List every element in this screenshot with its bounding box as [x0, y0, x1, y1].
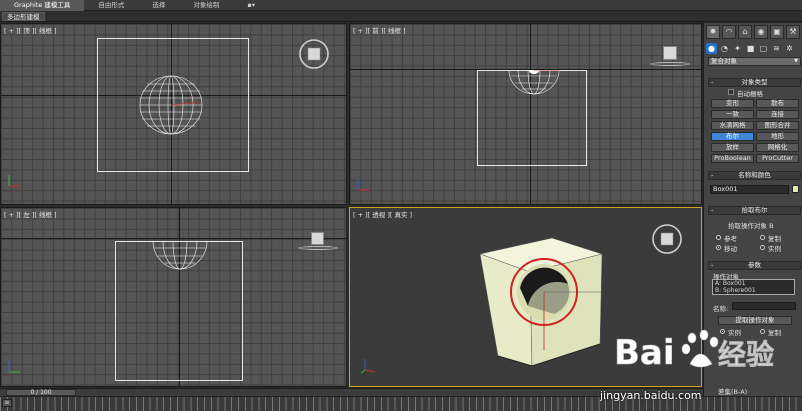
viewcube-ring-icon[interactable] [650, 62, 690, 66]
procutter-button[interactable]: ProCutter [756, 154, 799, 163]
time-bar: 0 / 100 [0, 388, 703, 396]
create-icon[interactable]: ✹ [706, 25, 720, 39]
sphere-wireframe[interactable] [138, 74, 204, 136]
viewport-left-label[interactable]: [ + ][ 左 ][ 线框 ] [4, 209, 57, 219]
shapemerge-button[interactable]: 图形合并 [756, 121, 799, 130]
graphite-ribbon: Graphite 建模工具 自由形式 选择 对象绘制 ▪▾ [0, 0, 802, 11]
instance-label: 实例 [768, 245, 781, 253]
systems-icon[interactable]: ✲ [784, 43, 795, 54]
ribbon-tab-selection[interactable]: 选择 [138, 0, 179, 11]
track-bar-toggle-icon[interactable]: ≡ [2, 399, 12, 407]
connect-button[interactable]: 连接 [756, 110, 799, 119]
copy-radio[interactable] [760, 235, 765, 240]
conform-button[interactable]: 一致 [711, 110, 754, 119]
viewcube-icon[interactable] [311, 232, 324, 245]
viewcube-icon[interactable] [663, 46, 677, 60]
viewport-top[interactable]: [ + ][ 顶 ][ 线框 ] [0, 23, 347, 205]
instance-radio[interactable] [760, 245, 765, 250]
autogrid-checkbox[interactable] [728, 89, 734, 95]
viewport-top-label[interactable]: [ + ][ 顶 ][ 线框 ] [4, 25, 57, 35]
shapes-icon[interactable]: ◔ [719, 43, 730, 54]
terrain-button[interactable]: 地形 [756, 132, 799, 141]
scatter-button[interactable]: 散布 [756, 99, 799, 108]
name-color-rollout-header[interactable]: - 名称和颜色 [708, 171, 801, 180]
geometry-icon[interactable]: ● [706, 43, 717, 54]
grid-axis-x [1, 238, 346, 239]
modify-icon[interactable]: ◠ [722, 25, 736, 39]
viewcube-ring-icon[interactable] [298, 246, 338, 250]
utilities-icon[interactable]: ⚒ [786, 25, 800, 39]
polygon-modeling-tab[interactable]: 多边形建模 [2, 12, 45, 21]
chevron-down-icon: ▼ [794, 58, 798, 64]
collapse-icon: - [711, 171, 714, 179]
object-type-rollout-header[interactable]: - 对象类型 [708, 78, 801, 87]
spacewarps-icon[interactable]: ≋ [771, 43, 782, 54]
command-panel-tabs: ✹ ◠ ⌂ ◉ ▣ ⚒ [706, 25, 800, 39]
viewport-left[interactable]: [ + ][ 左 ][ 线框 ] [0, 207, 347, 387]
move-label: 移动 [724, 245, 737, 253]
operand-item[interactable]: B: Sphere001 [715, 287, 794, 294]
ribbon-tab-freeform[interactable]: 自由形式 [84, 0, 138, 11]
reference-label: 参考 [724, 235, 737, 243]
move-radio[interactable] [716, 245, 721, 250]
svg-text:经验: 经验 [718, 338, 774, 371]
proboolean-button[interactable]: ProBoolean [711, 154, 754, 163]
motion-icon[interactable]: ◉ [754, 25, 768, 39]
viewcube-compass-icon[interactable] [299, 39, 329, 69]
collapse-icon: - [711, 206, 714, 214]
pick-boolean-header-label: 拾取布尔 [741, 206, 768, 214]
hemisphere-wireframe[interactable] [508, 70, 560, 96]
axis-tripod-icon [360, 359, 376, 374]
category-dropdown-value: 复合对象 [711, 57, 737, 65]
operand-name-field[interactable] [732, 302, 796, 310]
viewport-perspective-label[interactable]: [ + ][ 透视 ][ 真实 ] [353, 209, 412, 219]
object-color-swatch[interactable] [792, 185, 799, 193]
pick-boolean-rollout-header[interactable]: - 拾取布尔 [708, 206, 801, 215]
pick-operand-b-button[interactable]: 拾取操作对象 B [728, 220, 774, 230]
watermark-url: jingyan.baidu.com [600, 389, 702, 402]
hierarchy-icon[interactable]: ⌂ [738, 25, 752, 39]
object-category-dropdown[interactable]: 复合对象 ▼ [708, 57, 801, 66]
loft-button[interactable]: 放样 [711, 143, 754, 152]
helpers-icon[interactable]: ▢ [758, 43, 769, 54]
autogrid-label: 自动栅格 [737, 90, 763, 98]
display-icon[interactable]: ▣ [770, 25, 784, 39]
blobmesh-button[interactable]: 水滴网格 [711, 121, 754, 130]
operand-name-label: 名称: [713, 305, 729, 313]
ribbon-options-button[interactable]: ▪▾ [233, 0, 269, 11]
reference-radio[interactable] [716, 235, 721, 240]
parameters-rollout-header[interactable]: - 参数 [708, 261, 801, 270]
boolean-button[interactable]: 布尔 [711, 132, 754, 141]
time-slider[interactable]: 0 / 100 [6, 389, 76, 396]
axis-tripod-icon [8, 361, 20, 373]
viewport-front-label[interactable]: [ + ][ 前 ][ 线框 ] [353, 25, 406, 35]
operand-item[interactable]: A: Box001 [715, 280, 794, 287]
cameras-icon[interactable]: ■ [745, 43, 756, 54]
viewcube-compass-icon[interactable] [652, 224, 682, 254]
axis-tripod-icon [357, 179, 369, 191]
mesher-button[interactable]: 网格化 [756, 143, 799, 152]
name-color-header-label: 名称和颜色 [738, 171, 771, 179]
viewport-front[interactable]: [ + ][ 前 ][ 线框 ] [349, 23, 702, 205]
axis-tripod-icon [8, 175, 20, 187]
parameters-header-label: 参数 [748, 261, 761, 269]
object-type-header-label: 对象类型 [741, 78, 768, 86]
collapse-icon: - [711, 78, 714, 86]
collapse-icon: - [711, 261, 714, 269]
object-category-icons: ● ◔ ✦ ■ ▢ ≋ ✲ [706, 43, 795, 54]
object-name-field[interactable]: Box001 [710, 185, 789, 194]
lights-icon[interactable]: ✦ [732, 43, 743, 54]
ribbon-tab-object-paint[interactable]: 对象绘制 [179, 0, 233, 11]
boolean-box-object[interactable] [478, 232, 618, 372]
hemisphere-wireframe[interactable] [152, 241, 208, 271]
ribbon-tab-graphite[interactable]: Graphite 建模工具 [0, 0, 85, 11]
operands-list[interactable]: A: Box001 B: Sphere001 [712, 279, 795, 295]
copy-label: 复制 [768, 235, 781, 243]
ribbon-subbar: 多边形建模 [0, 11, 802, 22]
morph-button[interactable]: 变形 [711, 99, 754, 108]
baidu-jingyan-logo: Bai 经验 [614, 329, 774, 373]
svg-text:Bai: Bai [614, 333, 675, 373]
